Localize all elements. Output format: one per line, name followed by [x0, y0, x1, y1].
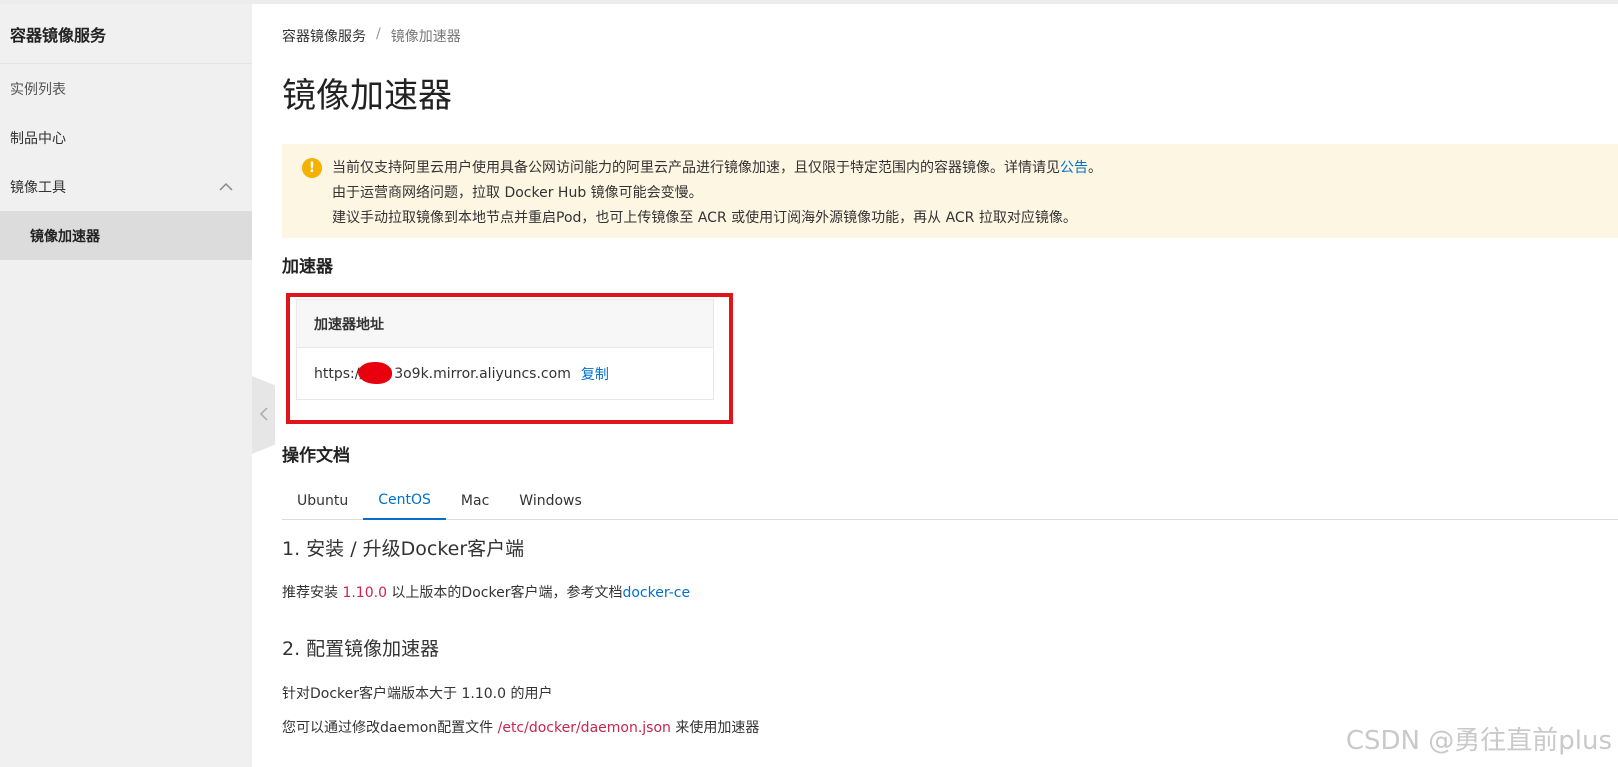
- step-2-line-2-after: 来使用加速器: [670, 720, 760, 736]
- notice-line-1-text: 当前仅支持阿里云用户使用具备公网访问能力的阿里云产品进行镜像加速，且仅限于特定范…: [332, 160, 1060, 176]
- accelerator-table: 加速器地址 https:// 3o9k.mirror.aliyuncs.com 复…: [296, 299, 714, 400]
- step-2-line-2: 您可以通过修改daemon配置文件 /etc/docker/daemon.jso…: [282, 717, 759, 737]
- accelerator-row: https:// 3o9k.mirror.aliyuncs.com 复制: [297, 348, 713, 400]
- redaction-mark: [358, 362, 392, 384]
- docker-ce-link[interactable]: docker-ce: [622, 585, 690, 601]
- highlight-box: 加速器地址 https:// 3o9k.mirror.aliyuncs.com 复…: [286, 293, 733, 424]
- warning-icon: !: [302, 158, 322, 178]
- notice-line-2: 由于运营商网络问题，拉取 Docker Hub 镜像可能会变慢。: [332, 185, 703, 201]
- step-1-text-before: 推荐安装: [282, 585, 343, 601]
- tab-centos[interactable]: CentOS: [363, 482, 446, 520]
- breadcrumb-current: 镜像加速器: [390, 29, 461, 45]
- tab-mac[interactable]: Mac: [446, 482, 504, 520]
- accelerator-url: https:// 3o9k.mirror.aliyuncs.com: [314, 362, 571, 384]
- notice-text: 当前仅支持阿里云用户使用具备公网访问能力的阿里云产品进行镜像加速，且仅限于特定范…: [332, 156, 1102, 238]
- sidebar: 容器镜像服务 实例列表 制品中心 镜像工具 镜像加速器: [0, 4, 252, 767]
- copy-button[interactable]: 复制: [581, 364, 609, 384]
- sidebar-item-label: 镜像工具: [10, 179, 66, 196]
- sidebar-item-instance-list[interactable]: 实例列表: [0, 64, 252, 113]
- notice-line-3: 建议手动拉取镜像到本地节点并重启Pod，也可上传镜像至 ACR 或使用订阅海外源…: [332, 210, 1077, 226]
- announcement-link[interactable]: 公告: [1060, 160, 1088, 176]
- step-2-title: 2. 配置镜像加速器: [282, 638, 440, 660]
- os-tabs: Ubuntu CentOS Mac Windows: [282, 482, 1618, 520]
- breadcrumb-separator: /: [376, 26, 381, 42]
- notice-line-1: 当前仅支持阿里云用户使用具备公网访问能力的阿里云产品进行镜像加速，且仅限于特定范…: [332, 156, 1102, 181]
- notice-line-1-end: 。: [1088, 160, 1102, 176]
- step-1-text: 推荐安装 1.10.0 以上版本的Docker客户端，参考文档docker-ce: [282, 582, 690, 602]
- sidebar-item-mirror-tools[interactable]: 镜像工具: [0, 162, 252, 211]
- step-2-line-2-before: 您可以通过修改daemon配置文件: [282, 720, 498, 736]
- version-code: 1.10.0: [342, 585, 387, 601]
- chevron-left-icon: [259, 406, 269, 425]
- daemon-path-code: /etc/docker/daemon.json: [497, 720, 671, 736]
- sidebar-subitem-mirror-accelerator[interactable]: 镜像加速器: [0, 211, 252, 260]
- breadcrumb-root[interactable]: 容器镜像服务: [282, 26, 366, 46]
- tab-ubuntu[interactable]: Ubuntu: [282, 482, 363, 520]
- step-1-text-after: 以上版本的Docker客户端，参考文档: [386, 585, 623, 601]
- accelerator-url-suffix: 3o9k.mirror.aliyuncs.com: [394, 366, 571, 382]
- sidebar-title: 容器镜像服务: [0, 4, 252, 64]
- chevron-up-icon[interactable]: [218, 179, 234, 195]
- sidebar-item-artifact-center[interactable]: 制品中心: [0, 113, 252, 162]
- notice-banner: ! 当前仅支持阿里云用户使用具备公网访问能力的阿里云产品进行镜像加速，且仅限于特…: [282, 144, 1618, 238]
- accelerator-column-header: 加速器地址: [297, 300, 713, 348]
- accelerator-url-prefix: https://: [314, 366, 365, 382]
- step-1-title: 1. 安装 / 升级Docker客户端: [282, 538, 525, 560]
- main-content: 容器镜像服务 / 镜像加速器 镜像加速器 ! 当前仅支持阿里云用户使用具备公网访…: [282, 4, 1618, 767]
- page-title: 镜像加速器: [282, 76, 452, 116]
- docs-section-title: 操作文档: [282, 446, 350, 466]
- breadcrumb: 容器镜像服务 / 镜像加速器: [282, 26, 461, 46]
- sidebar-collapse-handle[interactable]: [252, 376, 275, 454]
- watermark: CSDN @勇往直前plus: [1345, 726, 1612, 756]
- tab-windows[interactable]: Windows: [504, 482, 597, 520]
- accelerator-section-title: 加速器: [282, 257, 333, 277]
- step-2-line-1: 针对Docker客户端版本大于 1.10.0 的用户: [282, 686, 553, 702]
